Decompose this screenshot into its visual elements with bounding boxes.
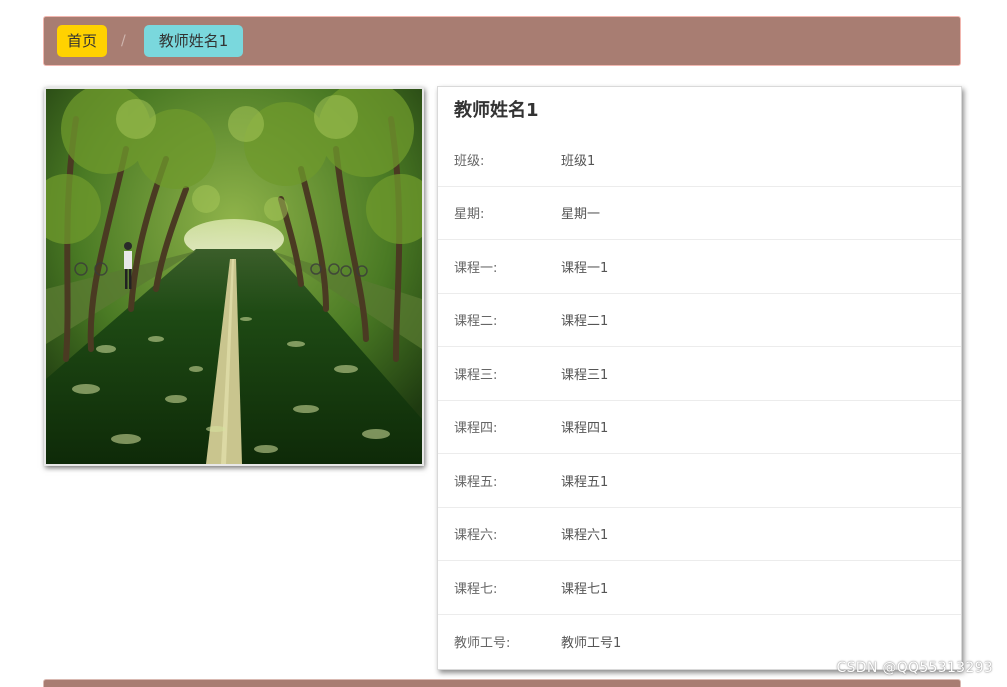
- breadcrumb-separator: /: [121, 33, 126, 49]
- info-row-label: 课程二:: [454, 314, 498, 330]
- breadcrumb: 首页 / 教师姓名1: [43, 16, 961, 66]
- info-row-value: 星期一: [561, 207, 601, 223]
- info-row: 课程二: 课程二1: [438, 294, 961, 347]
- info-row-label: 课程三:: [454, 367, 498, 383]
- info-row-value: 课程一1: [561, 260, 609, 276]
- watermark: CSDN @QQ55313293: [836, 660, 993, 676]
- info-row-label: 班级:: [454, 153, 485, 169]
- info-row-value: 课程五1: [561, 474, 609, 490]
- info-row: 课程四: 课程四1: [438, 401, 961, 454]
- teacher-photo: [44, 87, 424, 466]
- info-row-label: 课程七:: [454, 581, 498, 597]
- teacher-info-list: 班级: 班级1 星期: 星期一课程一: 课程一1 课程二: 课程二1 课程三: 课程三1 课程四:…: [438, 133, 961, 668]
- info-row: 课程一: 课程一1: [438, 240, 961, 294]
- info-row-value: 课程六1: [561, 528, 609, 544]
- info-row-label: 课程六:: [454, 528, 498, 544]
- info-row-value: 班级1: [561, 153, 596, 169]
- page: 首页 / 教师姓名1 教师姓名1 班级: 班级1 星期: 星期一 课程一: 课程…: [0, 0, 1007, 687]
- info-row: 课程七: 课程七1: [438, 561, 961, 615]
- info-row-label: 星期:: [454, 207, 485, 223]
- teacher-info-card: 教师姓名1 班级: 班级1 星期: 星期一 课程一: 课程一1 课程二: 课程二1 课程三: 课程…: [437, 86, 962, 670]
- info-row-value: 教师工号1: [561, 635, 622, 651]
- info-row-value: 课程三1: [561, 367, 609, 383]
- info-row-label: 课程一:: [454, 260, 498, 276]
- info-row: 星期: 星期一: [438, 187, 961, 240]
- info-row-value: 课程四1: [561, 421, 609, 437]
- info-row-label: 教师工号:: [454, 635, 511, 651]
- info-row: 课程五: 课程五1: [438, 454, 961, 508]
- info-row-value: 课程七1: [561, 581, 609, 597]
- info-row-value: 课程二1: [561, 314, 609, 330]
- info-row: 课程六: 课程六1: [438, 508, 961, 561]
- breadcrumb-home-link[interactable]: 首页: [57, 25, 108, 57]
- info-row-label: 课程五:: [454, 474, 498, 490]
- info-row-label: 课程四:: [454, 421, 498, 437]
- tree-lined-road-image: [46, 89, 422, 464]
- teacher-name-title: 教师姓名1: [454, 100, 539, 121]
- bottom-bar: [43, 679, 961, 687]
- breadcrumb-current: 教师姓名1: [143, 25, 244, 57]
- info-row: 班级: 班级1: [438, 133, 961, 187]
- info-row: 课程三: 课程三1: [438, 347, 961, 401]
